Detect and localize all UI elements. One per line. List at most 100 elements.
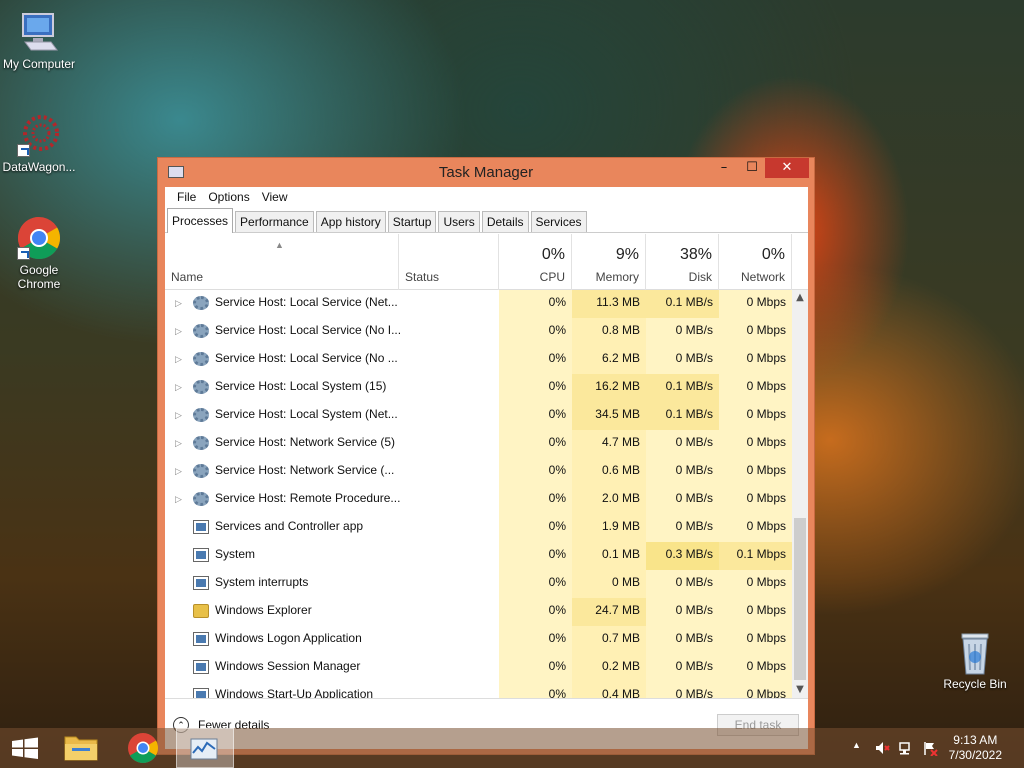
process-network-value: 0 Mbps xyxy=(746,519,786,533)
column-header: ▲ Name Status 0% CPU 9% Memory 38% Disk … xyxy=(165,234,808,290)
service-gear-icon xyxy=(193,296,209,310)
tab-performance[interactable]: Performance xyxy=(235,211,314,232)
window-app-icon xyxy=(193,632,209,646)
taskbar: ▲ 9:13 AM 7/30/2022 xyxy=(0,728,1024,768)
process-name: Service Host: Remote Procedure... xyxy=(215,491,400,505)
close-button[interactable]: ✕ xyxy=(765,158,809,178)
desktop-icon-label: Recycle Bin xyxy=(943,677,1007,691)
window-client-area: File Options View Processes Performance … xyxy=(165,187,808,749)
process-memory-value: 0.8 MB xyxy=(601,323,640,337)
menu-options[interactable]: Options xyxy=(202,187,255,207)
expand-arrow-icon[interactable]: ▷ xyxy=(175,410,182,421)
process-memory-value: 0.4 MB xyxy=(601,687,640,698)
process-cpu-value: 0% xyxy=(548,631,566,645)
process-disk-value: 0 MB/s xyxy=(675,519,713,533)
desktop-icon-datawagon[interactable]: DataWagon... xyxy=(0,113,79,174)
network-icon[interactable] xyxy=(898,740,914,759)
process-memory-value: 24.7 MB xyxy=(595,603,640,617)
process-row[interactable]: ▷ Service Host: Local Service (No ... 0% 6.… xyxy=(165,346,792,374)
column-header-status[interactable]: Status xyxy=(399,234,499,290)
desktop-icon-my-computer[interactable]: My Computer xyxy=(0,10,79,71)
desktop-icon-google-chrome[interactable]: Google Chrome xyxy=(0,216,79,291)
menu-file[interactable]: File xyxy=(171,187,202,207)
service-gear-icon xyxy=(193,324,209,338)
tab-processes[interactable]: Processes xyxy=(167,208,234,233)
service-gear-icon xyxy=(193,492,209,506)
process-disk-value: 0 MB/s xyxy=(675,603,713,617)
expand-arrow-icon[interactable]: ▷ xyxy=(175,494,182,505)
process-network-value: 0 Mbps xyxy=(746,687,786,698)
tab-startup[interactable]: Startup xyxy=(387,211,437,232)
service-gear-icon xyxy=(193,408,209,422)
column-header-cpu[interactable]: 0% CPU xyxy=(499,234,572,290)
process-list-scrollbar[interactable]: ▲ ▼ xyxy=(792,290,808,698)
windows-logo-icon xyxy=(12,737,38,759)
taskbar-task-manager[interactable] xyxy=(176,728,234,768)
process-row[interactable]: Windows Logon Application 0% 0.7 MB 0 MB/s 0… xyxy=(165,626,792,654)
chrome-icon xyxy=(128,733,159,764)
process-disk-value: 0.1 MB/s xyxy=(665,379,713,393)
process-name: Windows Logon Application xyxy=(215,631,362,645)
process-row[interactable]: Windows Session Manager 0% 0.2 MB 0 MB/s 0 M… xyxy=(165,654,792,682)
column-total: 9% xyxy=(615,246,639,263)
expand-arrow-icon[interactable]: ▷ xyxy=(175,298,182,309)
minimize-button[interactable]: – xyxy=(710,158,738,178)
process-name: Windows Session Manager xyxy=(215,659,361,673)
column-header-disk[interactable]: 38% Disk xyxy=(646,234,719,290)
process-network-value: 0 Mbps xyxy=(746,379,786,393)
scroll-up-arrow-icon[interactable]: ▲ xyxy=(792,290,808,306)
column-header-network[interactable]: 0% Network xyxy=(719,234,792,290)
window-app-icon xyxy=(193,548,209,562)
menu-bar: File Options View xyxy=(165,187,808,207)
scrollbar-thumb[interactable] xyxy=(794,518,806,680)
process-cpu-value: 0% xyxy=(548,547,566,561)
volume-muted-icon[interactable] xyxy=(874,740,890,759)
column-label: Disk xyxy=(688,270,712,284)
scroll-down-arrow-icon[interactable]: ▼ xyxy=(792,682,808,698)
window-app-icon xyxy=(193,576,209,590)
process-network-value: 0 Mbps xyxy=(746,463,786,477)
process-row[interactable]: System interrupts 0% 0 MB 0 MB/s 0 Mbps xyxy=(165,570,792,598)
expand-arrow-icon[interactable]: ▷ xyxy=(175,438,182,449)
process-row[interactable]: ▷ Service Host: Remote Procedure... 0% 2.0 … xyxy=(165,486,792,514)
tab-users[interactable]: Users xyxy=(438,211,480,232)
process-name: Service Host: Local System (15) xyxy=(215,379,387,393)
tab-services[interactable]: Services xyxy=(530,211,587,232)
column-label: CPU xyxy=(539,270,565,284)
process-network-value: 0 Mbps xyxy=(746,435,786,449)
process-row[interactable]: ▷ Service Host: Network Service (5) 0% 4.7 … xyxy=(165,430,792,458)
process-row[interactable]: ▷ Service Host: Local Service (No I... 0% 0… xyxy=(165,318,792,346)
expand-arrow-icon[interactable]: ▷ xyxy=(175,326,182,337)
process-row[interactable]: Services and Controller app 0% 1.9 MB 0 MB/… xyxy=(165,514,792,542)
process-cpu-value: 0% xyxy=(548,407,566,421)
tray-show-hidden-icon[interactable]: ▲ xyxy=(852,740,861,750)
sort-ascending-icon: ▲ xyxy=(275,240,284,250)
start-button[interactable] xyxy=(0,728,58,768)
system-clock[interactable]: 9:13 AM 7/30/2022 xyxy=(949,733,1002,763)
taskbar-file-explorer[interactable] xyxy=(52,728,110,768)
process-row[interactable]: Windows Explorer 0% 24.7 MB 0 MB/s 0 Mbps xyxy=(165,598,792,626)
column-header-name[interactable]: ▲ Name xyxy=(165,234,399,290)
taskbar-google-chrome[interactable] xyxy=(114,728,172,768)
column-header-memory[interactable]: 9% Memory xyxy=(572,234,646,290)
process-row[interactable]: ▷ Service Host: Local System (15) 0% 16.2 M… xyxy=(165,374,792,402)
expand-arrow-icon[interactable]: ▷ xyxy=(175,466,182,477)
process-row[interactable]: System 0% 0.1 MB 0.3 MB/s 0.1 Mbps xyxy=(165,542,792,570)
clock-time: 9:13 AM xyxy=(953,733,998,747)
datawagon-icon xyxy=(17,113,61,157)
process-row[interactable]: ▷ Service Host: Local Service (Net... 0% 11… xyxy=(165,290,792,318)
process-row[interactable]: ▷ Service Host: Local System (Net... 0% 34.… xyxy=(165,402,792,430)
process-row[interactable]: ▷ Service Host: Network Service (... 0% 0.6… xyxy=(165,458,792,486)
desktop-icon-recycle-bin[interactable]: Recycle Bin xyxy=(935,630,1015,691)
column-total: 0% xyxy=(541,246,565,263)
expand-arrow-icon[interactable]: ▷ xyxy=(175,354,182,365)
action-center-flag-icon[interactable] xyxy=(922,740,938,759)
process-row[interactable]: Windows Start-Up Application 0% 0.4 MB 0 MB… xyxy=(165,682,792,698)
menu-view[interactable]: View xyxy=(256,187,294,207)
tab-details[interactable]: Details xyxy=(481,211,529,232)
column-label: Name xyxy=(171,270,204,284)
title-bar[interactable]: Task Manager – ☐ ✕ xyxy=(158,158,814,187)
tab-app-history[interactable]: App history xyxy=(315,211,386,232)
expand-arrow-icon[interactable]: ▷ xyxy=(175,382,182,393)
maximize-button[interactable]: ☐ xyxy=(738,158,766,178)
